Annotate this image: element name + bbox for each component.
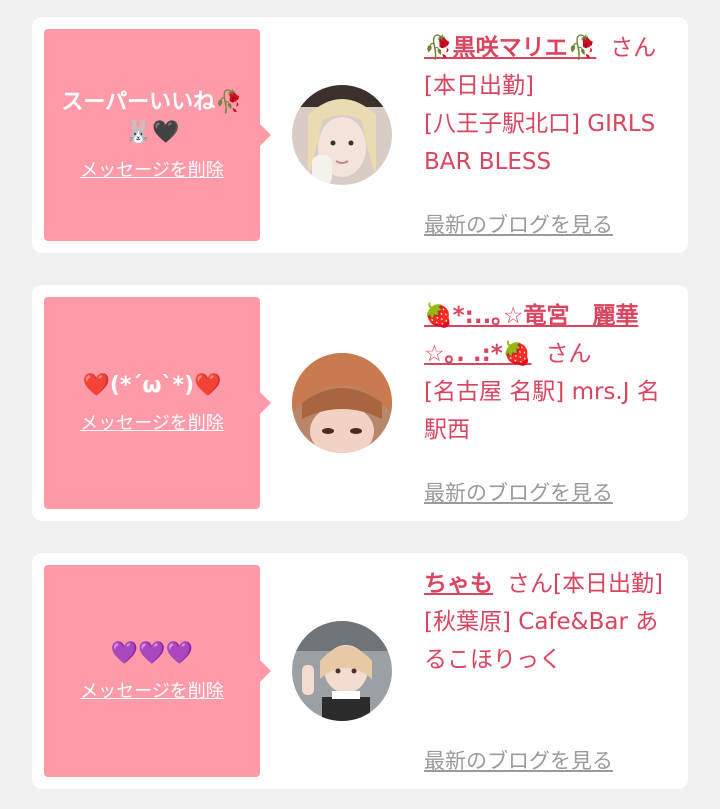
honorific: さん: [610, 35, 657, 61]
like-card: ❤️(*´ω`*)❤️ メッセージを削除 🍓*:..｡☆竜宮 麗華☆｡. .:*…: [32, 285, 688, 521]
shop-info: [名古屋 名駅] mrs.J 名駅西: [424, 379, 660, 443]
sender-info: ちゃも さん[本日出勤] [秋葉原] Cafe&Bar あるこほりっく: [424, 565, 674, 679]
sender-info: 🥀黒咲マリエ🥀 さん [本日出勤] [八王子駅北口] GIRLS BAR BLESS: [424, 29, 674, 181]
like-card: 💜💜💜 メッセージを削除 ちゃも さん[本日出勤] [秋葉原] Cafe&Bar …: [32, 553, 688, 789]
work-status: [本日出勤]: [553, 571, 663, 597]
message-text: スーパーいいね🥀🐰🖤: [61, 90, 243, 145]
message-bubble: スーパーいいね🥀🐰🖤 メッセージを削除: [44, 29, 271, 241]
avatar[interactable]: [292, 621, 392, 721]
honorific: さん: [507, 571, 553, 597]
sender-name-link[interactable]: ちゃも: [424, 571, 493, 597]
sender-name-link[interactable]: 🥀黒咲マリエ🥀: [424, 35, 596, 61]
avatar[interactable]: [292, 353, 392, 453]
delete-message-link[interactable]: メッセージを削除: [80, 409, 224, 435]
avatar[interactable]: [292, 85, 392, 185]
message-text: 💜💜💜: [110, 641, 194, 666]
sender-info: 🍓*:..｡☆竜宮 麗華☆｡. .:*🍓 さん [名古屋 名駅] mrs.J 名駅…: [424, 297, 674, 449]
message-bubble: ❤️(*´ω`*)❤️ メッセージを削除: [44, 297, 271, 509]
latest-blog-link[interactable]: 最新のブログを見る: [424, 477, 613, 507]
honorific: さん: [545, 341, 592, 367]
latest-blog-link[interactable]: 最新のブログを見る: [424, 745, 613, 775]
like-card: スーパーいいね🥀🐰🖤 メッセージを削除 🥀黒咲マリエ🥀 さん [本日出勤] [八王子…: [32, 17, 688, 253]
work-status: [本日出勤]: [424, 73, 534, 99]
message-text: ❤️(*´ω`*)❤️: [82, 373, 222, 398]
sender-name-link[interactable]: 🍓*:..｡☆竜宮 麗華☆｡. .:*🍓: [424, 303, 638, 367]
message-bubble: 💜💜💜 メッセージを削除: [44, 565, 271, 777]
shop-info: [秋葉原] Cafe&Bar あるこほりっく: [424, 609, 659, 673]
delete-message-link[interactable]: メッセージを削除: [80, 677, 224, 703]
shop-info: [八王子駅北口] GIRLS BAR BLESS: [424, 111, 656, 175]
latest-blog-link[interactable]: 最新のブログを見る: [424, 209, 613, 239]
delete-message-link[interactable]: メッセージを削除: [80, 156, 224, 182]
